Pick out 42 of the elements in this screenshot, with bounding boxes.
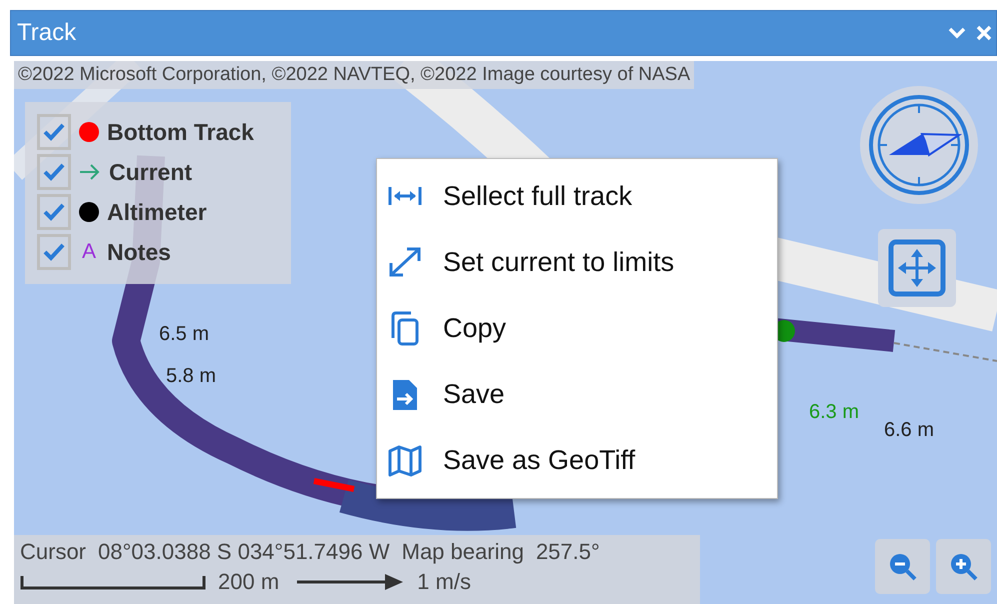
legend-label: Bottom Track <box>107 118 254 146</box>
depth-label: 5.8 m <box>166 365 216 388</box>
depth-label: 6.6 m <box>884 419 934 442</box>
cursor-position: 08°03.0388 S 034°51.7496 W <box>98 539 390 565</box>
map-icon <box>387 442 423 479</box>
menu-item[interactable]: Save <box>377 364 777 425</box>
menu-item[interactable]: Set current to limits <box>377 232 777 292</box>
check-icon <box>43 202 65 222</box>
legend-label: Current <box>109 158 192 186</box>
check-icon <box>43 122 65 142</box>
zoom-in-icon <box>948 552 978 582</box>
bearing-label: Map bearing <box>402 539 524 565</box>
menu-item[interactable]: Save as GeoTiff <box>377 430 777 491</box>
fit-view-button[interactable] <box>878 229 956 307</box>
check-icon <box>43 242 65 262</box>
zoom-out-button[interactable] <box>875 539 930 594</box>
legend-label: Altimeter <box>107 198 207 226</box>
map-view[interactable] <box>14 61 997 604</box>
checkbox[interactable] <box>37 114 71 150</box>
menu-item[interactable]: Sellect full track <box>377 166 777 226</box>
scale-distance: 200 m <box>218 569 280 595</box>
bearing-value: 257.5° <box>536 539 600 565</box>
compass-icon <box>867 93 971 197</box>
cursor-label: Cursor <box>20 539 86 565</box>
checkbox[interactable] <box>37 234 71 270</box>
menu-item[interactable]: Copy <box>377 298 777 358</box>
window-title: Track <box>17 19 76 47</box>
chevron-down-icon[interactable] <box>948 26 966 40</box>
diagonal-arrow-icon <box>387 245 423 280</box>
check-icon <box>43 162 65 182</box>
scale-speed: 1 m/s <box>417 569 471 595</box>
depth-label: 6.5 m <box>159 323 210 346</box>
close-icon[interactable] <box>976 25 992 41</box>
checkbox[interactable] <box>37 154 71 190</box>
map-attribution: ©2022 Microsoft Corporation, ©2022 NAVTEQ, ©2022 Image courtesy of NASA <box>14 61 694 89</box>
depth-label: 6.3 m <box>809 401 860 424</box>
zoom-out-icon <box>888 552 918 582</box>
checkbox[interactable] <box>37 194 71 230</box>
legend-label: Notes <box>107 238 171 266</box>
pan-arrows-icon <box>888 239 946 297</box>
zoom-in-button[interactable] <box>936 539 991 594</box>
notes-symbol: A <box>80 240 97 264</box>
